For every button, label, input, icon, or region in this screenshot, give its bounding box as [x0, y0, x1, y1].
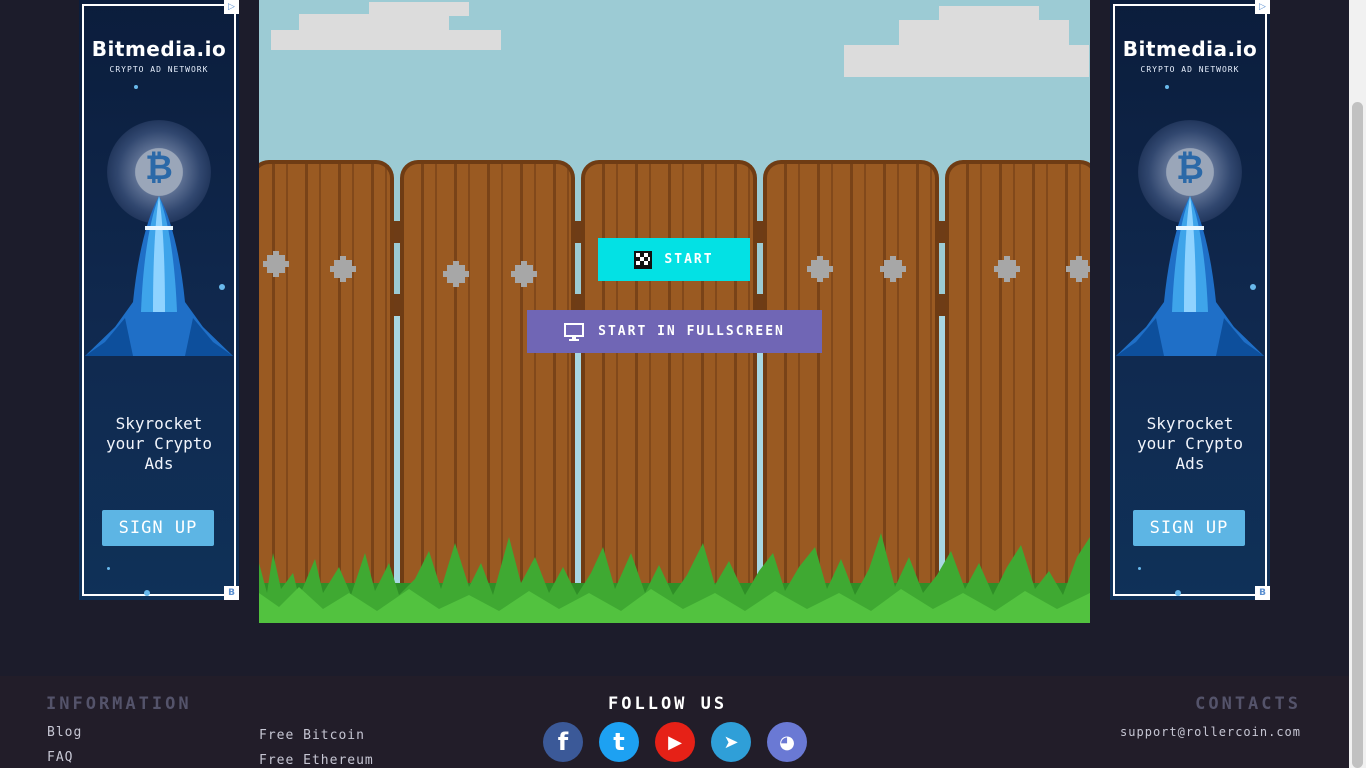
information-heading: Information [46, 694, 192, 714]
start-fullscreen-button[interactable]: START IN FULLSCREEN [527, 310, 822, 353]
star-dot [134, 85, 138, 89]
checkered-flag-icon [634, 250, 653, 269]
ad-badge-icon[interactable]: B [1255, 586, 1270, 600]
start-button-label: START [664, 252, 714, 267]
grass [259, 533, 1090, 623]
footer-link-free-ethereum[interactable]: Free Ethereum [259, 753, 374, 768]
ad-tagline-line: Ads [144, 454, 174, 473]
monitor-icon [564, 322, 585, 341]
cloud [939, 6, 1039, 22]
contacts-heading: Contacts [1195, 694, 1301, 714]
ad-brand-subtitle: CRYPTO AD NETWORK [1140, 65, 1240, 74]
start-fullscreen-button-label: START IN FULLSCREEN [598, 324, 785, 339]
ad-tagline-line: your Crypto [1137, 434, 1243, 453]
bitcoin-symbol: ₿ [145, 148, 173, 188]
ad-brand: Bitmedia.io [91, 37, 227, 61]
discord-glyph: ◕ [779, 731, 795, 753]
telegram-icon[interactable]: ➤ [711, 722, 751, 762]
youtube-icon[interactable]: ▶ [655, 722, 695, 762]
ad-badge-icon[interactable]: B [224, 586, 239, 600]
telegram-glyph: ➤ [723, 731, 739, 753]
right-ad-banner[interactable]: ▷ Bitmedia.io CRYPTO AD NETWORK ₿ Skyroc… [1110, 0, 1270, 600]
ad-tagline: Skyrocket your Crypto Ads [1110, 414, 1270, 474]
site-footer: Information Blog FAQ Free Bitcoin Free E… [0, 676, 1349, 768]
fence-bolt [1066, 256, 1090, 282]
ad-brand: Bitmedia.io [1122, 37, 1258, 61]
cloud [299, 14, 449, 32]
star-dot [144, 590, 150, 596]
ad-brand-subtitle: CRYPTO AD NETWORK [109, 65, 209, 74]
start-button[interactable]: START [598, 238, 750, 281]
adchoices-icon[interactable]: ▷ [1255, 0, 1270, 14]
ad-tagline: Skyrocket your Crypto Ads [79, 414, 239, 474]
adchoices-icon[interactable]: ▷ [224, 0, 239, 14]
rocket-icon [1116, 196, 1264, 356]
cloud [899, 20, 1069, 48]
twitter-icon[interactable]: t [599, 722, 639, 762]
fence-bolt [263, 251, 289, 277]
footer-link-blog[interactable]: Blog [47, 725, 82, 740]
youtube-glyph: ▶ [668, 731, 682, 753]
ad-signup-button[interactable]: SIGN UP [1133, 510, 1245, 546]
fence-bolt [330, 256, 356, 282]
fence-bolt [994, 256, 1020, 282]
bitcoin-symbol: ₿ [1176, 148, 1204, 188]
cloud [369, 2, 469, 16]
star-dot [1138, 567, 1141, 570]
cloud [844, 45, 1089, 77]
fence-bolt [443, 261, 469, 287]
discord-icon[interactable]: ◕ [767, 722, 807, 762]
rocket-icon [85, 196, 233, 356]
ad-tagline-line: your Crypto [106, 434, 212, 453]
scrollbar-thumb[interactable] [1352, 102, 1363, 768]
ad-tagline-line: Skyrocket [1146, 414, 1234, 433]
facebook-icon[interactable]: f [543, 722, 583, 762]
left-ad-banner[interactable]: ▷ Bitmedia.io CRYPTO AD NETWORK ₿ Skyroc… [79, 0, 239, 600]
ad-signup-button[interactable]: SIGN UP [102, 510, 214, 546]
fence-bolt [511, 261, 537, 287]
star-dot [1165, 85, 1169, 89]
star-dot [107, 567, 110, 570]
footer-link-faq[interactable]: FAQ [47, 750, 73, 765]
follow-us-heading: Follow us [608, 694, 728, 714]
twitter-glyph: t [613, 728, 625, 756]
ad-tagline-line: Skyrocket [115, 414, 203, 433]
fence-bolt [807, 256, 833, 282]
fence-bolt [880, 256, 906, 282]
footer-link-free-bitcoin[interactable]: Free Bitcoin [259, 728, 365, 743]
star-dot [1175, 590, 1181, 596]
cloud [271, 30, 501, 50]
facebook-glyph: f [557, 728, 569, 756]
support-email-link[interactable]: support@rollercoin.com [1120, 725, 1301, 739]
ad-tagline-line: Ads [1175, 454, 1205, 473]
game-canvas[interactable]: START START IN FULLSCREEN [259, 0, 1090, 623]
